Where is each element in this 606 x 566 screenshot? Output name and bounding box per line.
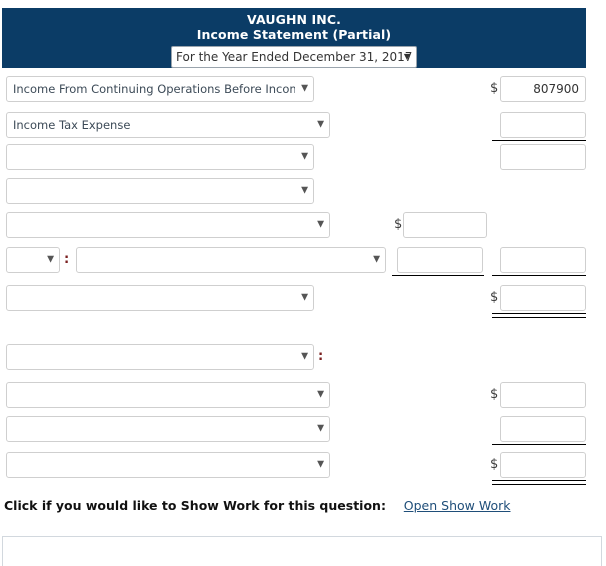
account-select-wrapper: ▼: [6, 212, 330, 238]
account-select-5[interactable]: [6, 212, 330, 238]
amount-input-6-right[interactable]: [500, 247, 586, 273]
income-statement-page: VAUGHN INC. Income Statement (Partial) F…: [0, 0, 606, 566]
account-select-wrapper: ▼: [76, 247, 386, 273]
currency-symbol: $: [490, 457, 499, 472]
currency-symbol: $: [490, 81, 499, 96]
statement-row: ▼ $: [0, 382, 606, 412]
amount-input-7[interactable]: [500, 285, 586, 311]
statement-row: ▼: [0, 144, 606, 174]
statement-row: Income Tax Expense ▼: [0, 112, 606, 142]
period-select-wrapper: For the Year Ended December 31, 2017 ▼: [171, 46, 417, 68]
currency-symbol: $: [490, 290, 499, 305]
account-select-wrapper: ▼: [6, 178, 314, 204]
account-select-wrapper: Income From Continuing Operations Before…: [6, 76, 314, 102]
statement-row: ▼: [0, 416, 606, 446]
amount-input-5[interactable]: [403, 212, 487, 238]
statement-row: ▼ :: [0, 344, 606, 374]
account-select-4[interactable]: [6, 178, 314, 204]
statement-row: Income From Continuing Operations Before…: [0, 76, 606, 106]
amount-input-9[interactable]: [500, 382, 586, 408]
account-select-3[interactable]: [6, 144, 314, 170]
amount-input-1[interactable]: [500, 76, 586, 102]
account-select-9[interactable]: [6, 382, 330, 408]
account-select-wrapper: ▼: [6, 144, 314, 170]
company-name: VAUGHN INC.: [247, 12, 341, 27]
prefix-select-6[interactable]: [6, 247, 60, 273]
total-double-rule: [492, 313, 586, 318]
open-show-work-link[interactable]: Open Show Work: [404, 498, 511, 513]
account-select-wrapper: ▼: [6, 416, 330, 442]
account-select-wrapper: ▼: [6, 452, 330, 478]
account-select-6[interactable]: [76, 247, 386, 273]
account-select-2[interactable]: Income Tax Expense: [6, 112, 330, 138]
amount-input-2[interactable]: [500, 112, 586, 138]
statement-row: ▼: [0, 178, 606, 208]
account-select-1[interactable]: Income From Continuing Operations Before…: [6, 76, 314, 102]
show-work-label: Click if you would like to Show Work for…: [4, 498, 386, 513]
prefix-select-wrapper: ▼: [6, 247, 60, 273]
statement-row: ▼ $: [0, 452, 606, 485]
currency-symbol: $: [490, 387, 499, 402]
account-select-11[interactable]: [6, 452, 330, 478]
show-work-area: Click if you would like to Show Work for…: [4, 498, 602, 518]
account-select-wrapper: ▼: [6, 344, 314, 370]
row-colon: :: [64, 252, 70, 267]
bottom-panel: [2, 536, 602, 566]
total-double-rule: [492, 480, 586, 485]
subtotal-rule: [392, 275, 484, 276]
account-select-10[interactable]: [6, 416, 330, 442]
account-select-wrapper: Income Tax Expense ▼: [6, 112, 330, 138]
statement-row: ▼ $: [0, 212, 606, 242]
account-select-7[interactable]: [6, 285, 314, 311]
period-select[interactable]: For the Year Ended December 31, 2017: [171, 46, 417, 68]
amount-input-6-mid[interactable]: [397, 247, 483, 273]
statement-row: ▼ : ▼: [0, 247, 606, 277]
statement-row: ▼ $: [0, 285, 606, 318]
statement-header: VAUGHN INC. Income Statement (Partial) F…: [2, 8, 586, 68]
account-select-8[interactable]: [6, 344, 314, 370]
amount-input-3[interactable]: [500, 144, 586, 170]
subtotal-rule: [492, 275, 586, 276]
statement-title: Income Statement (Partial): [196, 27, 392, 42]
amount-input-10[interactable]: [500, 416, 586, 442]
account-select-wrapper: ▼: [6, 382, 330, 408]
currency-symbol: $: [394, 217, 403, 232]
row-colon: :: [318, 349, 324, 364]
subtotal-rule: [492, 444, 586, 445]
amount-input-11[interactable]: [500, 452, 586, 478]
subtotal-rule: [492, 140, 586, 141]
account-select-wrapper: ▼: [6, 285, 314, 311]
